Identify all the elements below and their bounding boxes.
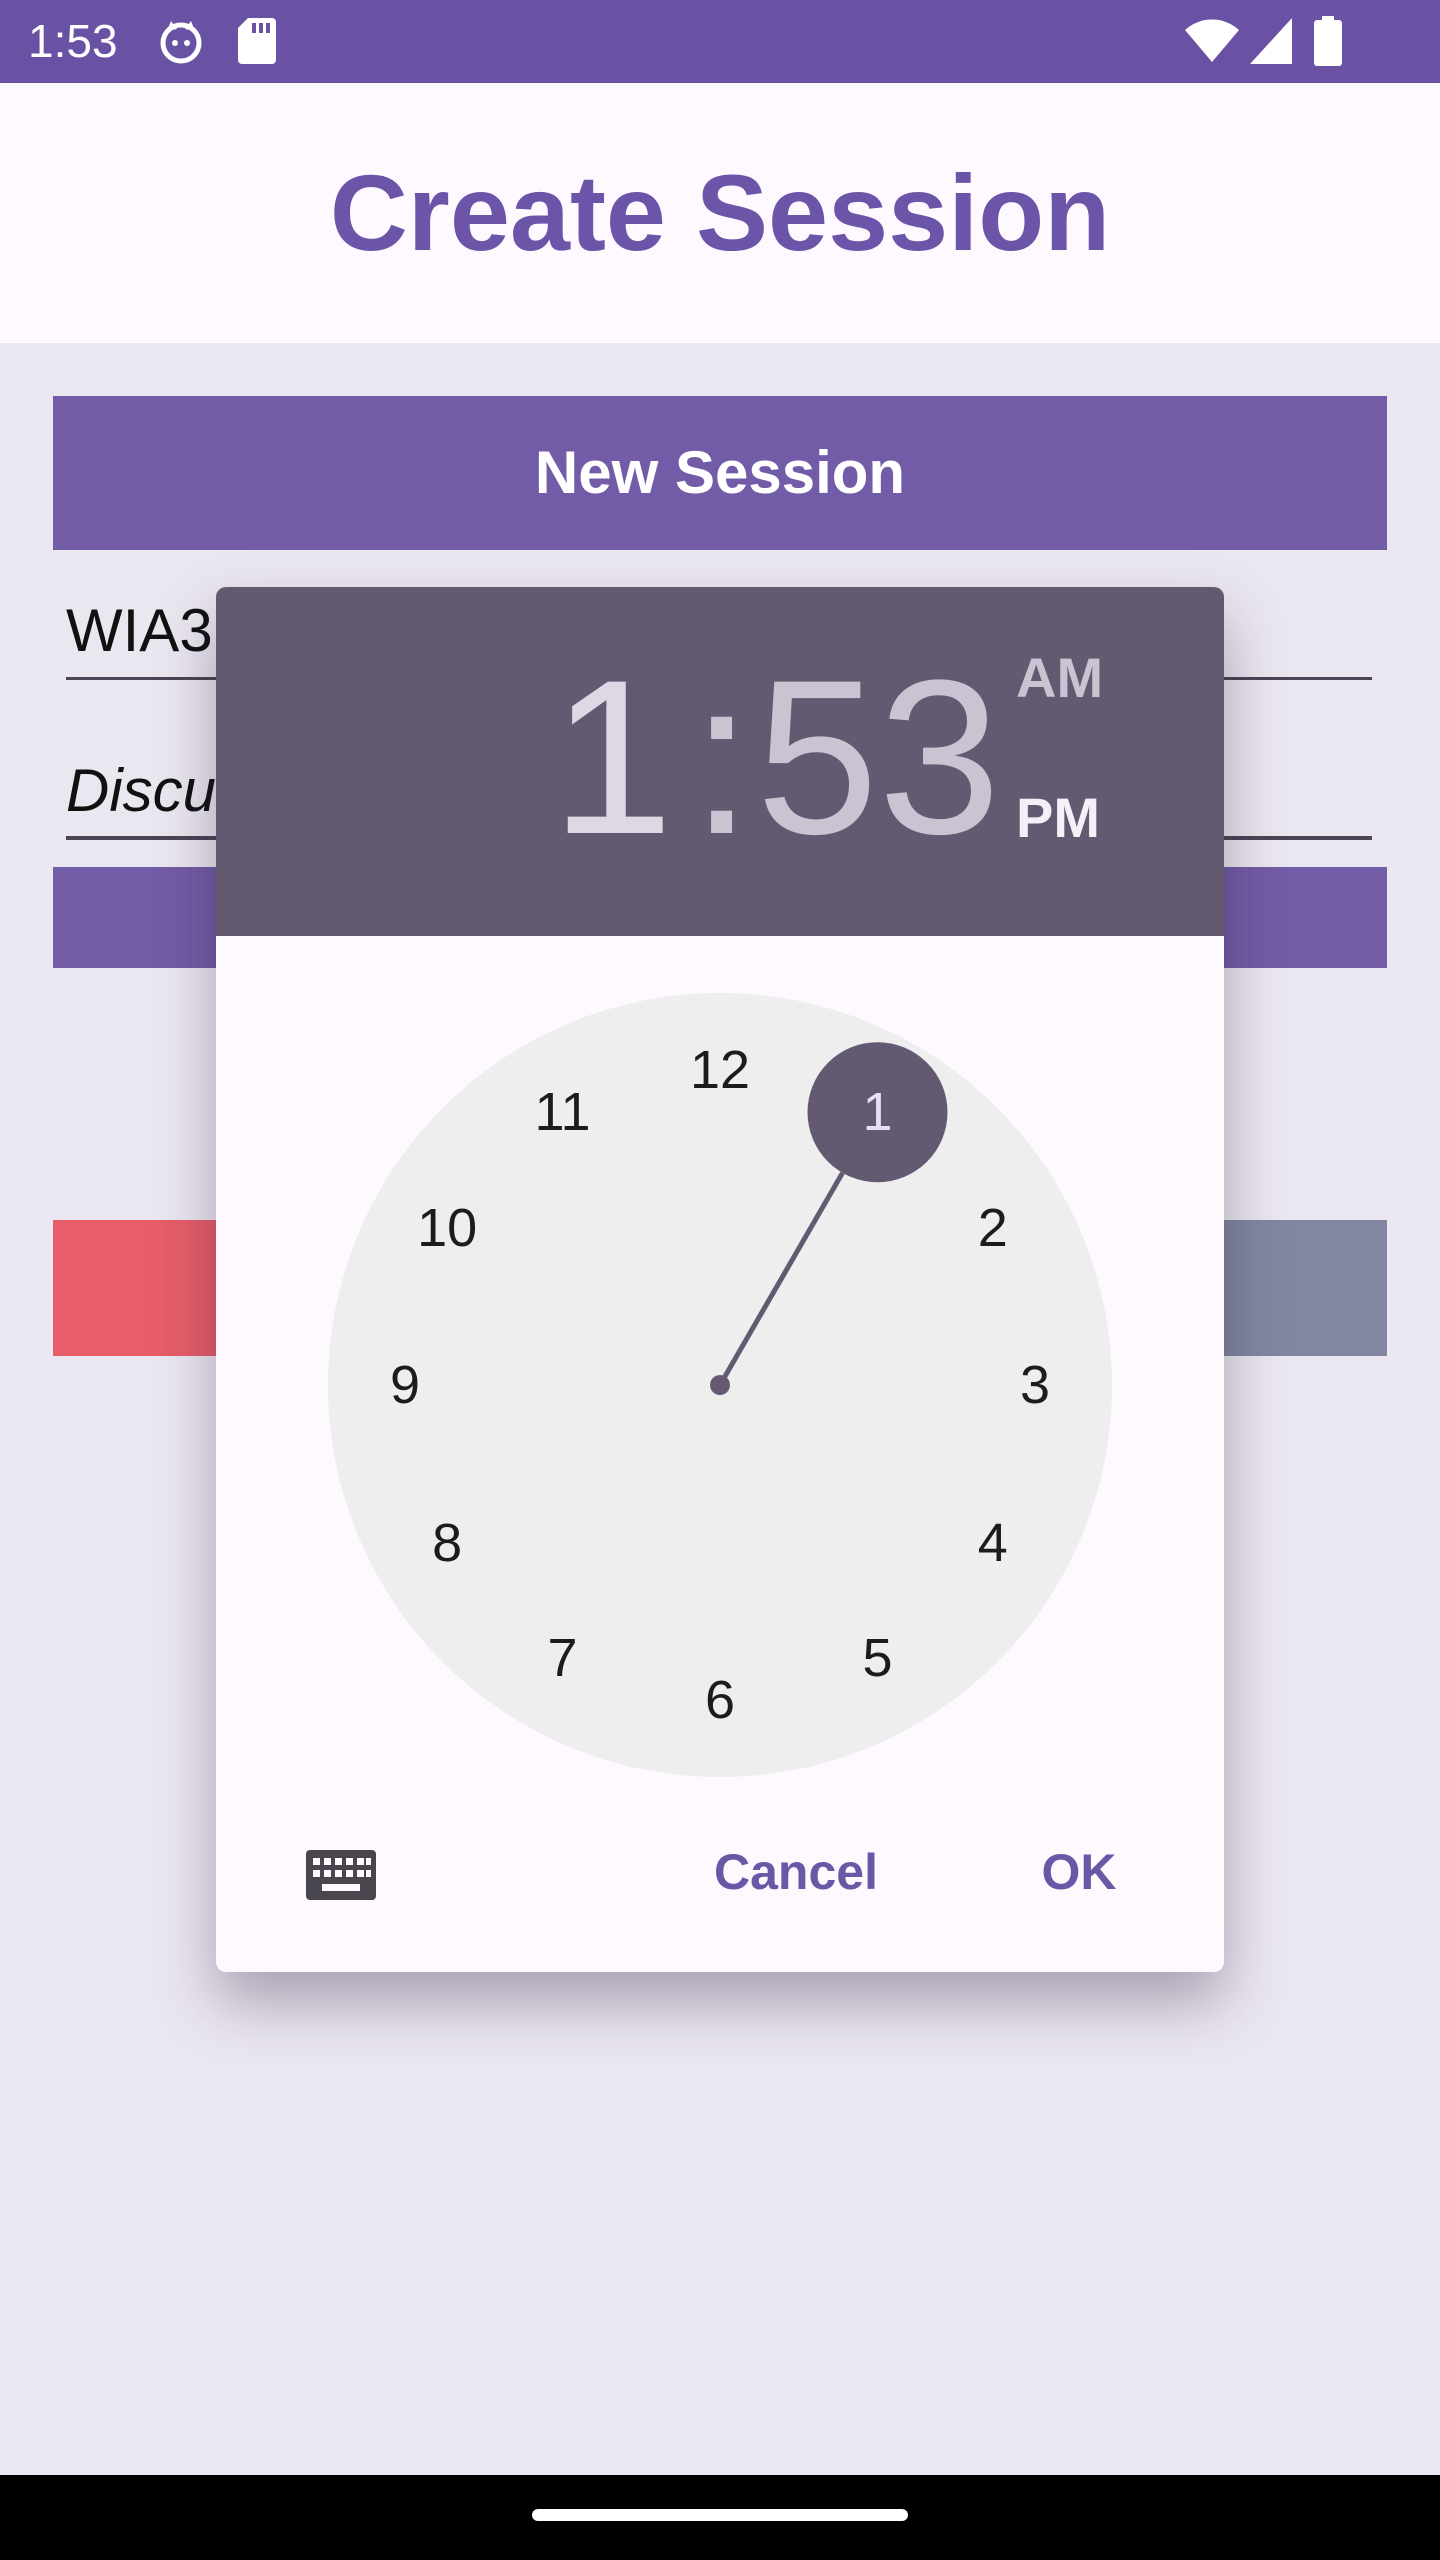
dial-numbers: 12 1 2 3 4 5 6 7 8 9 10 11 [328, 993, 1112, 1777]
ok-button[interactable]: OK [1024, 1832, 1134, 1912]
status-time: 1:53 [28, 15, 118, 67]
hour-display[interactable]: 1 [551, 647, 673, 867]
dial-number-4[interactable]: 4 [948, 1513, 1038, 1573]
sd-card-icon [238, 18, 276, 64]
time-separator: : [691, 634, 753, 880]
dial-number-6[interactable]: 6 [675, 1670, 765, 1730]
cancel-button[interactable]: Cancel [711, 1832, 881, 1912]
am-toggle[interactable]: AM [1016, 645, 1103, 710]
minute-display[interactable]: 53 [756, 647, 1001, 867]
cat-icon [160, 21, 202, 64]
dial-number-8[interactable]: 8 [402, 1513, 492, 1573]
dial-number-7[interactable]: 7 [518, 1628, 608, 1688]
dial-number-10[interactable]: 10 [402, 1198, 492, 1258]
dial-number-5[interactable]: 5 [833, 1628, 923, 1688]
dial-number-2[interactable]: 2 [948, 1198, 1038, 1258]
pm-toggle[interactable]: PM [1016, 785, 1100, 850]
home-handle[interactable] [532, 2509, 908, 2521]
dial-number-12[interactable]: 12 [675, 1040, 765, 1100]
signal-icon [1250, 18, 1292, 64]
dial-number-9[interactable]: 9 [360, 1355, 450, 1415]
dial-number-3[interactable]: 3 [990, 1355, 1080, 1415]
dial-number-11[interactable]: 11 [518, 1082, 608, 1142]
keyboard-icon[interactable] [306, 1850, 376, 1900]
battery-icon [1314, 16, 1342, 66]
wifi-icon [1185, 19, 1239, 62]
dial-number-1[interactable]: 1 [833, 1082, 923, 1142]
time-picker-dialog: 1 : 53 AM PM 12 1 2 3 4 5 6 7 8 9 10 11 Cancel OK [216, 587, 1224, 1972]
